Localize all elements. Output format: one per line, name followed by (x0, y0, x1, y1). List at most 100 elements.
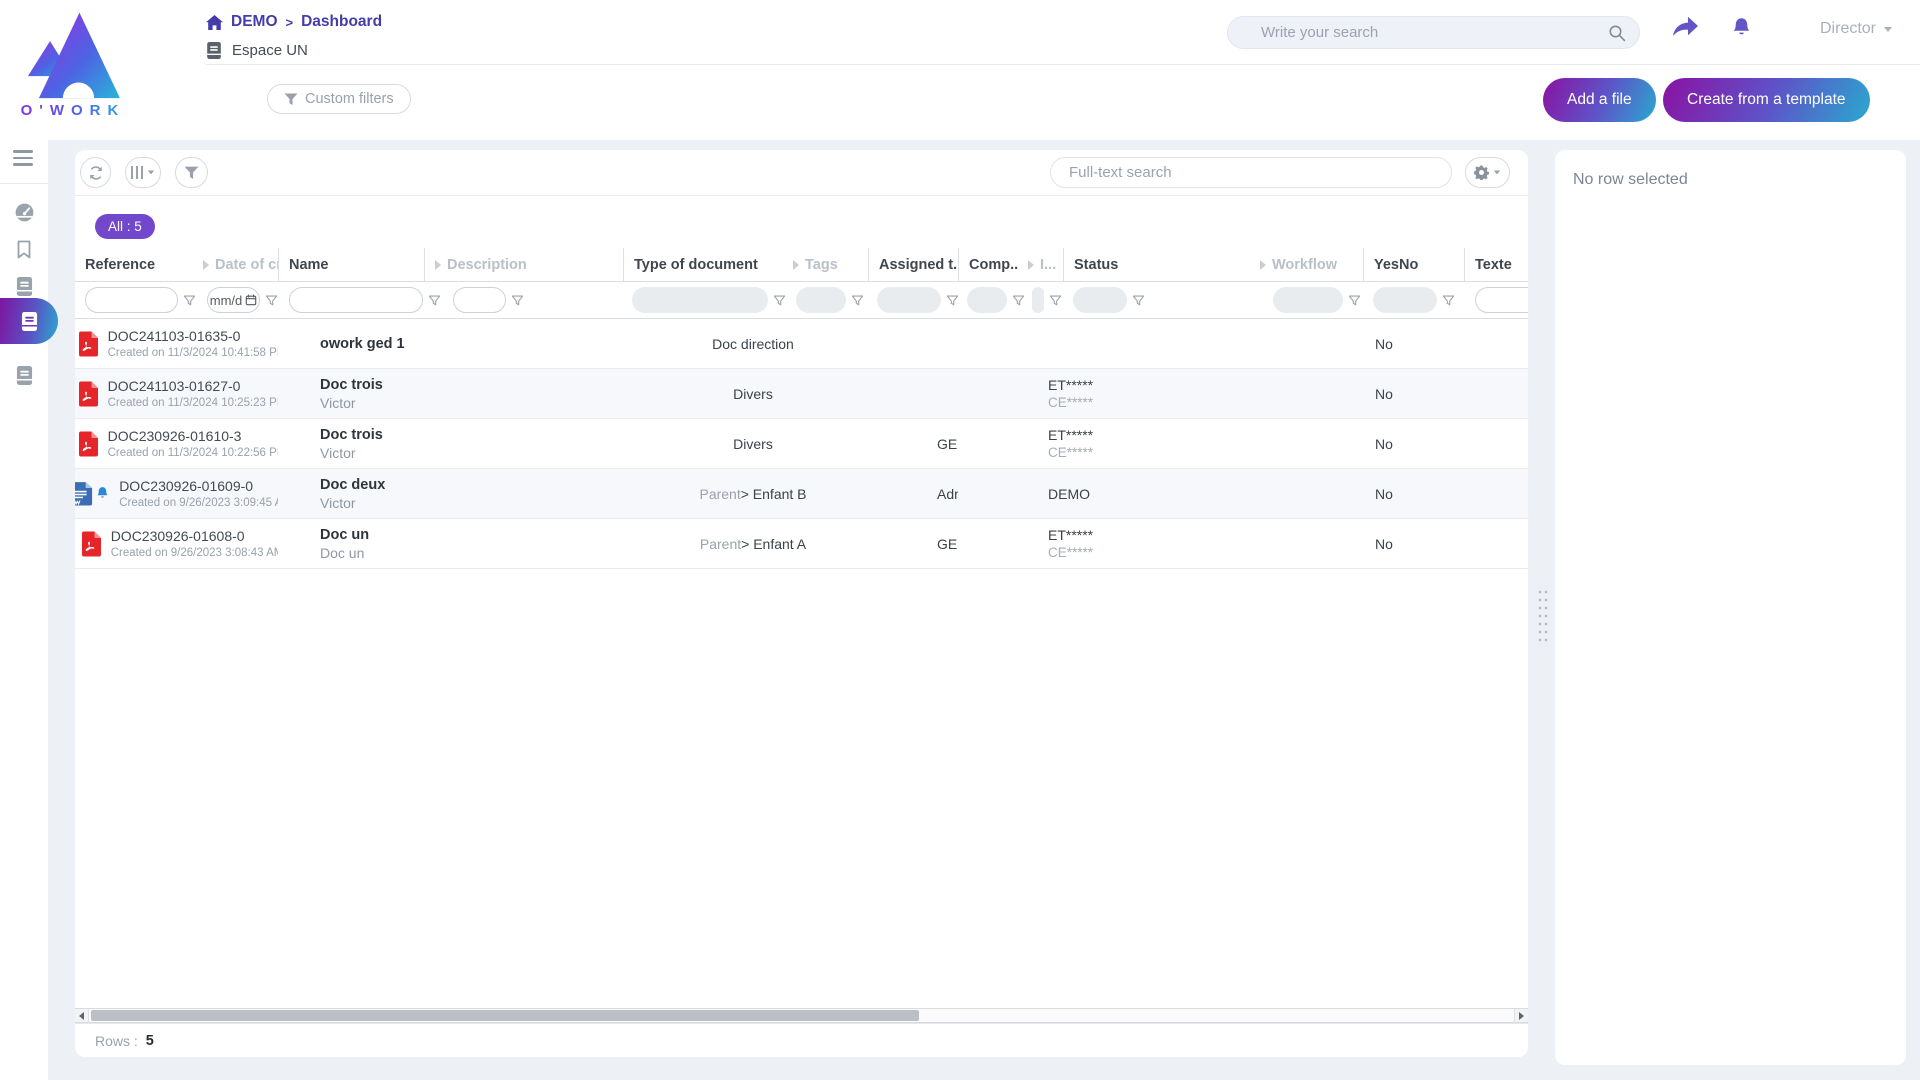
filter-funnel-icon[interactable] (1442, 294, 1455, 307)
sidebar-item-library-2[interactable] (0, 358, 48, 392)
reference-id: DOC230926-01608-0 (111, 528, 278, 544)
filter-funnel-icon[interactable] (1132, 294, 1145, 307)
filter-funnel-icon (284, 93, 298, 106)
cell-company: ET*****CE***** (958, 419, 1063, 468)
filter-disabled-type_of_document (632, 287, 768, 313)
cell-name: owork ged 1 (278, 319, 623, 368)
column-header-description[interactable]: Description (424, 248, 623, 281)
panel-resize-handle[interactable] (1537, 588, 1549, 646)
horizontal-scrollbar[interactable] (75, 1008, 1528, 1023)
filter-cell-status (1063, 282, 1250, 318)
create-from-template-button[interactable]: Create from a template (1663, 78, 1870, 122)
cell-workflow (1250, 369, 1363, 418)
table-settings-button[interactable] (1465, 157, 1510, 188)
filter-funnel-icon[interactable] (1049, 294, 1062, 307)
sidebar-item-documents-active[interactable] (0, 298, 58, 344)
breadcrumb-root[interactable]: DEMO (231, 13, 278, 31)
book-icon (21, 312, 38, 331)
cell-name: Doc deuxVictor (278, 469, 623, 518)
grid-body: DOC241103-01635-0Created on 11/3/2024 10… (75, 319, 1528, 569)
columns-button[interactable] (125, 157, 161, 188)
filter-input-name[interactable] (289, 287, 423, 313)
cell-yesno: No (1363, 469, 1464, 518)
filter-disabled-status (1073, 287, 1127, 313)
cell-workflow (1250, 419, 1363, 468)
home-icon[interactable] (206, 15, 223, 30)
user-menu-label: Director (1820, 20, 1876, 38)
expand-column-icon[interactable] (435, 260, 441, 270)
column-header-texte[interactable]: Texte (1464, 248, 1528, 281)
scroll-right-button[interactable] (1514, 1009, 1528, 1022)
company-code-sub: CE***** (1048, 545, 1063, 560)
column-header-i[interactable]: I... (1018, 248, 1063, 281)
scrollbar-thumb[interactable] (91, 1010, 919, 1021)
menu-hamburger-icon[interactable] (13, 150, 33, 170)
filter-funnel-icon[interactable] (511, 294, 524, 307)
global-search (1227, 16, 1640, 49)
column-header-reference[interactable]: Reference (75, 248, 193, 281)
column-header-tags[interactable]: Tags (783, 248, 868, 281)
document-name-sub: Victor (320, 395, 623, 411)
cell-assigned: GED (868, 519, 958, 568)
company-code-sub: CE***** (1048, 395, 1063, 410)
refresh-button[interactable] (80, 157, 111, 188)
app-logo[interactable]: O'WORK (14, 8, 132, 119)
cell-type: Divers (623, 369, 868, 418)
all-count-badge[interactable]: All : 5 (95, 214, 155, 239)
breadcrumb-current[interactable]: Dashboard (301, 13, 382, 31)
type-label: Divers (733, 386, 773, 402)
global-search-input[interactable] (1228, 24, 1608, 41)
company-code: ET***** (1048, 527, 1063, 543)
sidebar-item-dashboard[interactable] (0, 195, 48, 229)
column-header-yesno[interactable]: YesNo (1363, 248, 1464, 281)
scroll-left-button[interactable] (75, 1009, 89, 1022)
reference-id: DOC230926-01609-0 (119, 478, 278, 494)
filter-funnel-icon[interactable] (1348, 294, 1361, 307)
document-name-sub: Victor (320, 495, 623, 511)
cell-name: Doc troisVictor (278, 419, 623, 468)
cell-yesno: No (1363, 419, 1464, 468)
document-name: Doc trois (320, 427, 623, 443)
filter-input-texte[interactable] (1475, 287, 1528, 313)
table-row[interactable]: DOC241103-01627-0Created on 11/3/2024 10… (75, 369, 1528, 419)
table-row[interactable]: DOC230926-01609-0Created on 9/26/2023 3:… (75, 469, 1528, 519)
calendar-icon[interactable] (245, 294, 257, 306)
column-header-type_of_document[interactable]: Type of document (623, 248, 783, 281)
user-menu[interactable]: Director (1820, 20, 1892, 38)
table-row[interactable]: DOC230926-01610-3Created on 11/3/2024 10… (75, 419, 1528, 469)
filter-input-description[interactable] (453, 287, 506, 313)
column-header-status[interactable]: Status (1063, 248, 1250, 281)
column-header-assigned_to[interactable]: Assigned t... (868, 248, 958, 281)
expand-column-icon[interactable] (1260, 260, 1266, 270)
search-icon[interactable] (1608, 24, 1626, 42)
cell-status (1063, 369, 1250, 418)
cell-status (1063, 519, 1250, 568)
expand-column-icon[interactable] (793, 260, 799, 270)
expand-column-icon[interactable] (203, 260, 209, 270)
column-header-date_of_creation[interactable]: Date of cr... (193, 248, 278, 281)
cell-status (1063, 469, 1250, 518)
expand-column-icon[interactable] (1028, 260, 1034, 270)
cell-type: Parent > Enfant A (623, 519, 868, 568)
filter-input-reference[interactable] (85, 287, 178, 313)
fulltext-search-input[interactable] (1051, 158, 1451, 187)
sidebar-item-bookmarks[interactable] (0, 232, 48, 266)
column-header-name[interactable]: Name (278, 248, 424, 281)
cell-name: Doc unDoc un (278, 519, 623, 568)
custom-filters-button[interactable]: Custom filters (267, 84, 411, 114)
table-row[interactable]: DOC241103-01635-0Created on 11/3/2024 10… (75, 319, 1528, 369)
filter-button[interactable] (175, 157, 208, 188)
notifications-bell-icon[interactable] (1730, 16, 1753, 40)
column-header-workflow[interactable]: Workflow (1250, 248, 1363, 281)
filter-funnel-icon[interactable] (851, 294, 864, 307)
table-row[interactable]: DOC230926-01608-0Created on 9/26/2023 3:… (75, 519, 1528, 569)
filter-funnel-icon[interactable] (265, 294, 278, 307)
filter-date-input-date_of_creation[interactable]: mm/d (207, 287, 260, 313)
alert-bell-icon (95, 486, 110, 501)
column-header-company[interactable]: Comp... (958, 248, 1018, 281)
filter-disabled-workflow (1273, 287, 1343, 313)
filter-cell-i (1018, 282, 1063, 318)
share-icon[interactable] (1672, 16, 1699, 40)
book-icon (16, 366, 33, 385)
add-file-button[interactable]: Add a file (1543, 78, 1656, 122)
